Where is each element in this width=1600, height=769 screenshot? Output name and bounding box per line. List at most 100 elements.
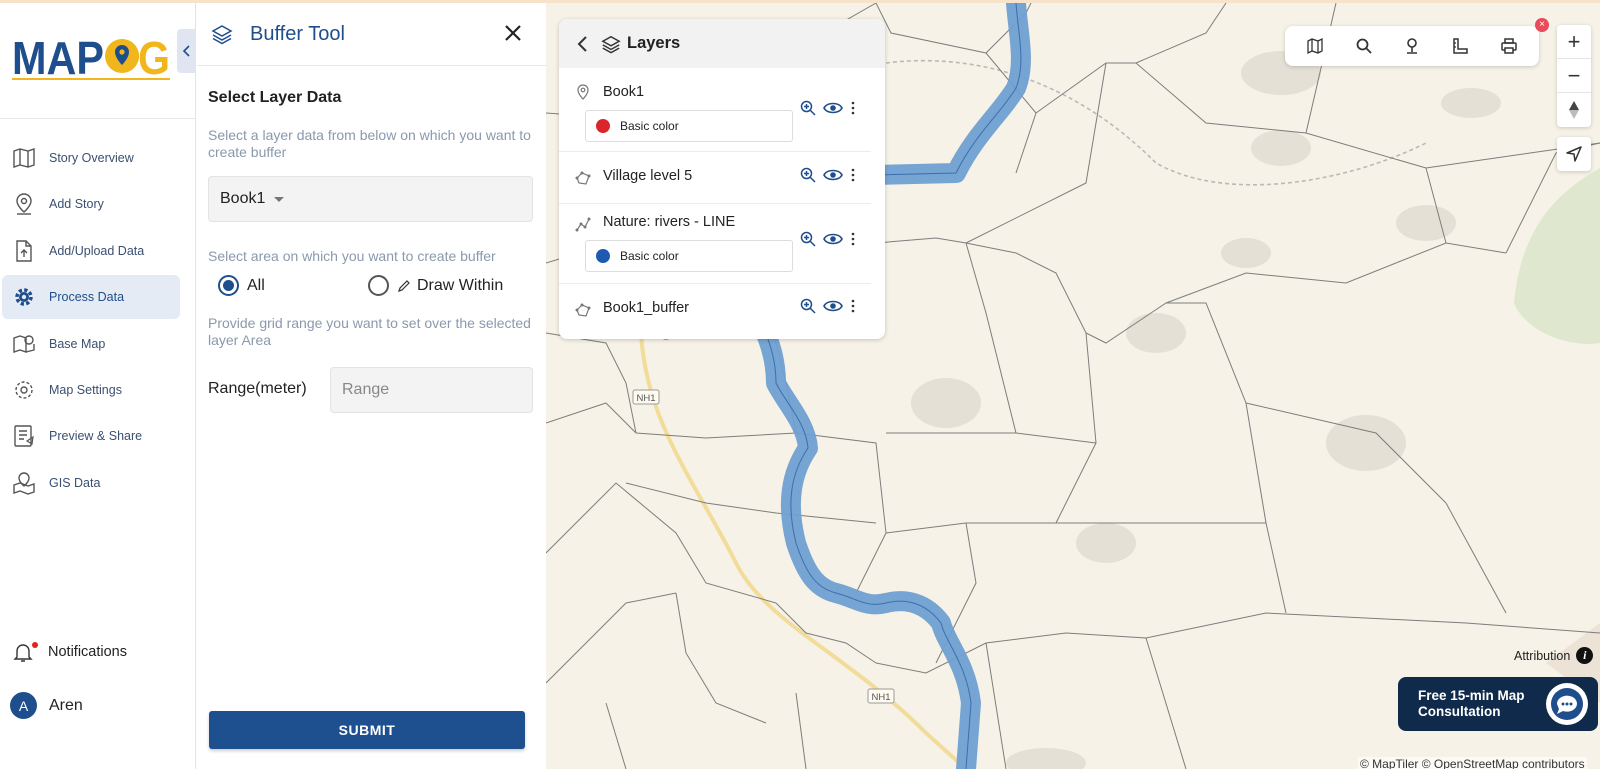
compass-button[interactable]	[1557, 93, 1591, 127]
eye-icon[interactable]	[823, 299, 843, 313]
panel-title: Buffer Tool	[250, 22, 345, 45]
info-icon: i	[1576, 647, 1594, 664]
sidebar-item-preview-share[interactable]: Preview & Share	[2, 414, 180, 458]
zoom-to-layer-icon[interactable]	[800, 167, 816, 183]
radio-draw-within[interactable]: Draw Within	[368, 275, 503, 296]
zoom-controls: + −	[1557, 25, 1591, 127]
layer-style-label: Basic color	[620, 119, 679, 133]
range-input[interactable]	[330, 367, 533, 413]
mapog-logo[interactable]: MAP G	[10, 27, 172, 85]
sidebar-item-label: Preview & Share	[49, 429, 143, 444]
radio-all[interactable]: All	[218, 275, 265, 296]
zoom-to-layer-icon[interactable]	[800, 298, 816, 314]
sidebar-item-label: Process Data	[49, 290, 125, 305]
radio-all-label: All	[247, 276, 265, 294]
more-vertical-icon[interactable]	[850, 168, 856, 182]
submit-button[interactable]: SUBMIT	[209, 711, 525, 749]
sidebar-item-label: Base Map	[49, 336, 106, 351]
layer-item[interactable]: Book1_buffer	[559, 284, 871, 336]
avatar: A	[10, 692, 37, 719]
zoom-to-layer-icon[interactable]	[800, 231, 816, 247]
area-help-text: Select area on which you want to create …	[208, 248, 496, 264]
sidebar-item-label: Add/Upload Data	[49, 243, 145, 258]
consultation-line2: Consultation	[1418, 704, 1501, 719]
layer-style-selector[interactable]: Basic color	[585, 110, 793, 142]
top-accent-line	[0, 0, 1600, 3]
grid-help-text: Provide grid range you want to set over …	[208, 315, 531, 348]
logo-text-map: MAP	[12, 32, 104, 84]
sidebar-item-label: Add Story	[49, 197, 104, 212]
navigation-arrow-icon	[1566, 146, 1582, 162]
layer-name: Nature: rivers - LINE	[603, 214, 736, 230]
layers-panel: Layers Book1 Basic color Village level 5	[559, 19, 885, 339]
caret-down-icon	[274, 196, 285, 202]
notification-dot	[32, 642, 38, 648]
layer-style-label: Basic color	[620, 249, 679, 263]
sidebar-item-base-map[interactable]: Base Map	[2, 322, 180, 366]
layer-item[interactable]: Nature: rivers - LINE Basic color	[559, 204, 871, 284]
layer-select[interactable]: Book1	[208, 176, 533, 222]
sidebar-item-process-data[interactable]: Process Data	[2, 275, 180, 320]
location-marker-icon[interactable]	[1403, 37, 1421, 55]
file-upload-icon	[16, 240, 32, 262]
sidebar-item-map-settings[interactable]: Map Settings	[2, 368, 180, 412]
toolbar-close-icon[interactable]: ×	[1535, 18, 1549, 32]
section-title: Select Layer Data	[208, 89, 342, 106]
sidebar-item-gis-data[interactable]: GIS Data	[2, 461, 180, 505]
road-label: NH1	[636, 393, 655, 404]
zoom-in-button[interactable]: +	[1557, 25, 1591, 59]
layer-item[interactable]: Village level 5	[559, 152, 871, 204]
layer-name: Village level 5	[603, 168, 693, 184]
settings-icon	[15, 381, 33, 399]
chevron-left-icon	[182, 45, 190, 57]
sidebar-item-add-story[interactable]: Add Story	[2, 182, 180, 226]
location-pin-icon	[16, 193, 32, 216]
chat-icon[interactable]	[1546, 683, 1588, 725]
buffer-tool-panel: Buffer Tool Select Layer Data Select a l…	[197, 3, 546, 769]
sidebar-item-add-upload-data[interactable]: Add/Upload Data	[2, 229, 180, 273]
measure-icon[interactable]	[1451, 37, 1469, 55]
sidebar-item-story-overview[interactable]: Story Overview	[2, 136, 180, 180]
compass-icon	[1569, 101, 1579, 119]
map-icon	[13, 148, 35, 168]
layer-select-value: Book1	[220, 190, 266, 207]
layer-item[interactable]: Book1 Basic color	[559, 68, 871, 152]
map-credits[interactable]: © MapTiler © OpenStreetMap contributors	[1358, 757, 1587, 769]
polygon-icon	[575, 171, 591, 185]
more-vertical-icon[interactable]	[850, 101, 856, 115]
radio-selected-icon	[218, 275, 239, 296]
consultation-button[interactable]: Free 15-min Map Consultation	[1398, 677, 1598, 731]
notifications-button[interactable]: Notifications	[12, 641, 127, 663]
attribution-button[interactable]: Attribution i	[1514, 647, 1594, 664]
map-view-icon[interactable]	[1306, 37, 1324, 55]
zoom-out-button[interactable]: −	[1557, 59, 1591, 93]
print-icon[interactable]	[1500, 37, 1518, 55]
more-vertical-icon[interactable]	[850, 299, 856, 313]
line-icon	[575, 217, 591, 232]
more-vertical-icon[interactable]	[850, 232, 856, 246]
layer-actions	[800, 298, 863, 314]
attribution-label: Attribution	[1514, 648, 1571, 663]
layers-title: Layers	[627, 34, 681, 52]
eye-icon[interactable]	[823, 168, 843, 182]
chat-bubble-icon	[1551, 688, 1583, 720]
geolocate-button[interactable]	[1557, 137, 1591, 171]
zoom-to-layer-icon[interactable]	[800, 100, 816, 116]
close-icon[interactable]	[502, 22, 524, 44]
consultation-line1: Free 15-min Map	[1418, 688, 1525, 703]
sidebar-nav: Story Overview Add Story Add/Upload Data…	[0, 136, 196, 507]
road-label: NH1	[871, 692, 890, 703]
eye-icon[interactable]	[823, 232, 843, 246]
layer-style-selector[interactable]: Basic color	[585, 240, 793, 272]
map-canvas[interactable]: NH1 NH1 Layers Book1 Basic color Village…	[546, 3, 1600, 769]
user-profile[interactable]: A Aren	[10, 692, 83, 719]
radio-draw-within-label: Draw Within	[417, 276, 504, 294]
svg-text:G: G	[138, 32, 170, 84]
eye-icon[interactable]	[823, 101, 843, 115]
preview-icon	[14, 425, 34, 448]
search-icon[interactable]	[1355, 37, 1373, 55]
back-chevron-icon[interactable]	[577, 35, 589, 53]
sidebar-collapse-button[interactable]	[177, 29, 196, 73]
divider	[0, 118, 196, 119]
base-map-icon	[13, 334, 35, 353]
